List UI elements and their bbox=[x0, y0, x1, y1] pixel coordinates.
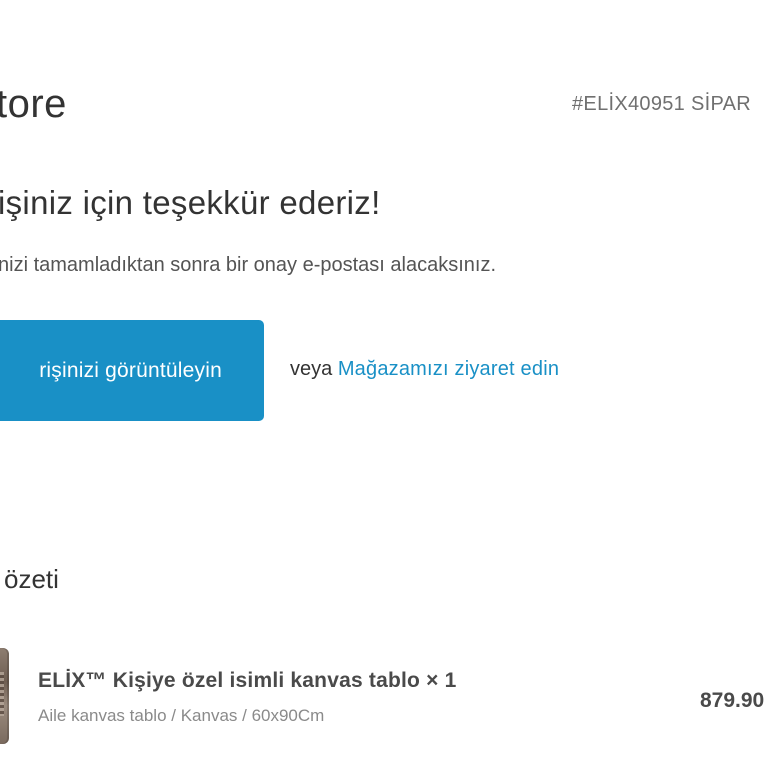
order-confirmation-page: tore #ELİX40951 SİPAR işiniz için teşekk… bbox=[0, 0, 768, 768]
order-number: #ELİX40951 SİPAR bbox=[572, 93, 751, 115]
product-variant: Aile kanvas tablo / Kanvas / 60x90Cm bbox=[38, 706, 325, 725]
store-name[interactable]: tore bbox=[0, 82, 67, 127]
view-order-button[interactable]: rişinizi görüntüleyin bbox=[0, 320, 264, 421]
product-price: 879.90 bbox=[700, 689, 765, 712]
product-thumbnail bbox=[0, 648, 9, 744]
order-summary-heading: özeti bbox=[4, 564, 59, 594]
visit-store-link[interactable]: Mağazamızı ziyaret edin bbox=[338, 358, 559, 380]
product-title: ELİX™ Kişiye özel isimli kanvas tablo × … bbox=[38, 669, 457, 692]
confirmation-message: nizi tamamladıktan sonra bir onay e-post… bbox=[0, 254, 497, 276]
thank-you-heading: işiniz için teşekkür ederiz! bbox=[0, 184, 381, 221]
view-order-button-label: rişinizi görüntüleyin bbox=[39, 358, 222, 382]
or-label: veya bbox=[290, 358, 333, 380]
continue-shopping-row: veya Mağazamızı ziyaret edin bbox=[290, 358, 559, 381]
